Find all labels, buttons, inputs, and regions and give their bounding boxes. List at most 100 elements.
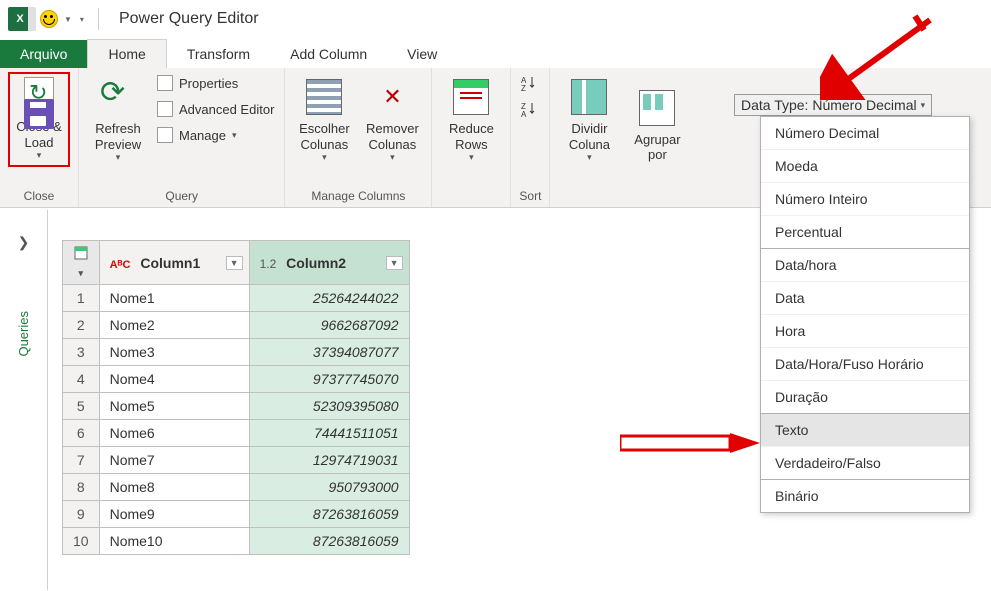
table-row[interactable]: 6Nome674441511051 — [63, 420, 410, 447]
group-query: Refresh Preview ▾ Properties Advanced Ed… — [79, 68, 285, 207]
menu-item-duration[interactable]: Duração — [761, 380, 969, 413]
group-manage-columns: Escolher Colunas ▾ ✕ Remover Colunas ▾ M… — [285, 68, 432, 207]
cell-column1[interactable]: Nome5 — [99, 393, 249, 420]
table-row[interactable]: 5Nome552309395080 — [63, 393, 410, 420]
titlebar: X ▼ ▾ Power Query Editor — [0, 0, 991, 38]
reduce-rows-button[interactable]: Reduce Rows ▾ — [440, 72, 502, 167]
column-header-2[interactable]: 1.2 Column2 ▼ — [249, 241, 409, 285]
queries-label: Queries — [16, 311, 31, 357]
cell-column1[interactable]: Nome1 — [99, 285, 249, 312]
tab-add-column[interactable]: Add Column — [270, 40, 387, 68]
remove-columns-icon: ✕ — [374, 79, 410, 115]
group-transform-cols: Dividir Coluna ▾ Agrupar por — [550, 68, 696, 207]
chevron-down-icon: ▾ — [322, 152, 327, 163]
table-row[interactable]: 10Nome1087263816059 — [63, 528, 410, 555]
sort-asc-button[interactable]: AZ — [519, 72, 539, 94]
choose-columns-icon — [306, 79, 342, 115]
cell-column2[interactable]: 12974719031 — [249, 447, 409, 474]
data-type-menu: Número Decimal Moeda Número Inteiro Perc… — [760, 116, 970, 513]
menu-item-percent[interactable]: Percentual — [761, 215, 969, 248]
menu-item-time[interactable]: Hora — [761, 314, 969, 347]
group-close-label: Close — [8, 187, 70, 205]
excel-icon: X — [8, 7, 32, 31]
qat-customize-icon[interactable]: ▾ — [80, 15, 84, 24]
cell-column1[interactable]: Nome10 — [99, 528, 249, 555]
tab-view[interactable]: View — [387, 40, 457, 68]
filter-icon[interactable]: ▼ — [386, 256, 403, 270]
menu-item-datetimezone[interactable]: Data/Hora/Fuso Horário — [761, 347, 969, 380]
reduce-rows-icon — [453, 79, 489, 115]
cell-column2[interactable]: 37394087077 — [249, 339, 409, 366]
data-type-dropdown-button[interactable]: Data Type: Número Decimal ▾ — [734, 94, 932, 116]
chevron-down-icon[interactable]: ▼ — [64, 15, 72, 24]
table-row[interactable]: 9Nome987263816059 — [63, 501, 410, 528]
filter-icon[interactable]: ▼ — [226, 256, 243, 270]
tab-transform[interactable]: Transform — [167, 40, 270, 68]
table-row[interactable]: 3Nome337394087077 — [63, 339, 410, 366]
close-load-icon — [21, 77, 57, 113]
close-and-load-button[interactable]: Close & Load ▾ — [8, 72, 70, 167]
menu-item-decimal[interactable]: Número Decimal — [761, 117, 969, 149]
menu-item-date[interactable]: Data — [761, 281, 969, 314]
chevron-down-icon: ▾ — [37, 150, 42, 161]
group-by-icon — [639, 90, 675, 126]
cell-column1[interactable]: Nome2 — [99, 312, 249, 339]
group-by-button[interactable]: Agrupar por — [626, 72, 688, 167]
cell-column2[interactable]: 52309395080 — [249, 393, 409, 420]
table-row[interactable]: 8Nome8950793000 — [63, 474, 410, 501]
cell-column2[interactable]: 950793000 — [249, 474, 409, 501]
menu-item-datetime[interactable]: Data/hora — [761, 248, 969, 281]
row-number: 5 — [63, 393, 100, 420]
chevron-down-icon: ▾ — [116, 152, 121, 163]
sort-desc-icon: ZA — [521, 101, 537, 117]
table-icon — [74, 246, 88, 260]
table-row[interactable]: 1Nome125264244022 — [63, 285, 410, 312]
menu-item-binary[interactable]: Binário — [761, 479, 969, 512]
grid-corner[interactable]: ▾ — [63, 241, 100, 285]
refresh-label: Refresh Preview — [89, 121, 147, 152]
row-number: 8 — [63, 474, 100, 501]
menu-item-currency[interactable]: Moeda — [761, 149, 969, 182]
chevron-down-icon: ▾ — [921, 100, 926, 111]
cell-column2[interactable]: 87263816059 — [249, 501, 409, 528]
cell-column2[interactable]: 97377745070 — [249, 366, 409, 393]
tab-file[interactable]: Arquivo — [0, 40, 87, 68]
table-row[interactable]: 4Nome497377745070 — [63, 366, 410, 393]
decimal-type-icon: 1.2 — [260, 257, 277, 271]
split-column-button[interactable]: Dividir Coluna ▾ — [558, 72, 620, 167]
annotation-arrow-texto — [620, 430, 760, 456]
data-type-label: Data Type: Número Decimal — [741, 97, 917, 113]
cell-column2[interactable]: 9662687092 — [249, 312, 409, 339]
chevron-down-icon: ▾ — [232, 130, 237, 141]
cell-column2[interactable]: 74441511051 — [249, 420, 409, 447]
manage-button[interactable]: Manage ▾ — [155, 124, 276, 146]
column-header-1[interactable]: AᴮC Column1 ▼ — [99, 241, 249, 285]
menu-item-integer[interactable]: Número Inteiro — [761, 182, 969, 215]
table-row[interactable]: 7Nome712974719031 — [63, 447, 410, 474]
expand-queries-icon[interactable]: ❯ — [18, 234, 30, 251]
sort-desc-button[interactable]: ZA — [519, 98, 539, 120]
cell-column2[interactable]: 25264244022 — [249, 285, 409, 312]
cell-column1[interactable]: Nome3 — [99, 339, 249, 366]
chevron-down-icon: ▾ — [390, 152, 395, 163]
cell-column1[interactable]: Nome9 — [99, 501, 249, 528]
refresh-icon — [100, 79, 136, 115]
menu-item-text[interactable]: Texto — [761, 413, 969, 446]
refresh-preview-button[interactable]: Refresh Preview ▾ — [87, 72, 149, 167]
smiley-icon[interactable] — [40, 10, 58, 28]
cell-column1[interactable]: Nome6 — [99, 420, 249, 447]
table-row[interactable]: 2Nome29662687092 — [63, 312, 410, 339]
row-number: 10 — [63, 528, 100, 555]
chevron-down-icon: ▾ — [587, 152, 592, 163]
cell-column2[interactable]: 87263816059 — [249, 528, 409, 555]
cell-column1[interactable]: Nome8 — [99, 474, 249, 501]
choose-columns-button[interactable]: Escolher Colunas ▾ — [293, 72, 355, 167]
advanced-editor-button[interactable]: Advanced Editor — [155, 98, 276, 120]
group-reduce-rows-label — [440, 187, 502, 205]
remove-columns-button[interactable]: ✕ Remover Colunas ▾ — [361, 72, 423, 167]
cell-column1[interactable]: Nome4 — [99, 366, 249, 393]
menu-item-boolean[interactable]: Verdadeiro/Falso — [761, 446, 969, 479]
tab-home[interactable]: Home — [87, 39, 166, 68]
cell-column1[interactable]: Nome7 — [99, 447, 249, 474]
properties-button[interactable]: Properties — [155, 72, 276, 94]
